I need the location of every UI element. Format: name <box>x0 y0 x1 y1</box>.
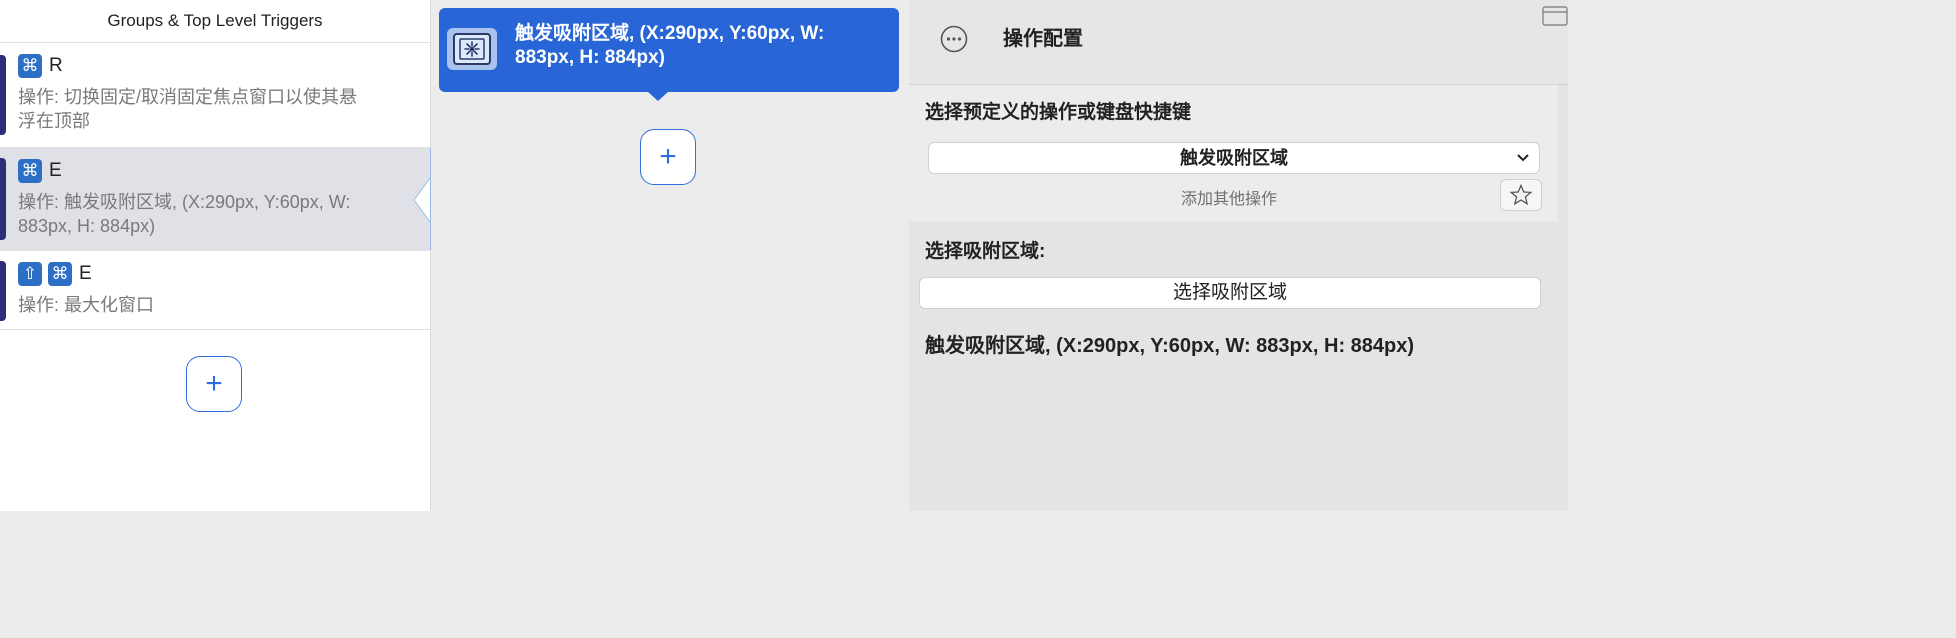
trigger-key-label: R <box>49 55 63 76</box>
section-title: 选择预定义的操作或键盘快捷键 <box>925 102 1192 123</box>
action-card-snap-zone[interactable]: 触发吸附区域, (X:290px, Y:60px, W: 883px, H: 8… <box>439 8 899 101</box>
snap-zone-icon <box>447 28 497 70</box>
favorite-button[interactable] <box>1500 179 1542 211</box>
panel-title: Groups & Top Level Triggers <box>0 0 430 43</box>
action-title: 触发吸附区域, (X:290px, Y:60px, W: 883px, H: 8… <box>515 23 825 68</box>
trigger-description: 操作: 切换固定/取消固定焦点窗口以使其悬浮在顶部 <box>18 87 358 131</box>
shift-key-icon: ⇧ <box>18 262 42 286</box>
predefined-action-section: 选择预定义的操作或键盘快捷键 触发吸附区域 添加其他操作 <box>909 85 1558 222</box>
selection-pointer-icon <box>413 178 430 222</box>
trigger-group-bar <box>0 158 6 240</box>
trigger-group-bar <box>0 55 6 135</box>
command-key-icon: ⌘ <box>18 54 42 78</box>
trigger-row-cmd-e[interactable]: ⌘ E 操作: 触发吸附区域, (X:290px, Y:60px, W: 883… <box>0 148 431 251</box>
plus-icon: + <box>205 367 223 400</box>
trigger-group-bar <box>0 261 6 321</box>
actions-panel: 触发吸附区域, (X:290px, Y:60px, W: 883px, H: 8… <box>431 0 908 511</box>
trigger-row-cmd-r[interactable]: ⌘ R 操作: 切换固定/取消固定焦点窗口以使其悬浮在顶部 <box>0 43 430 148</box>
action-card-pointer <box>647 91 669 101</box>
trigger-key-label: E <box>49 160 62 181</box>
add-trigger-button[interactable]: + <box>186 356 242 412</box>
command-key-icon: ⌘ <box>18 159 42 183</box>
trigger-description: 操作: 最大化窗口 <box>18 295 155 315</box>
add-other-action-link[interactable]: 添加其他操作 <box>909 185 1549 209</box>
action-config-panel: 操作配置 选择预定义的操作或键盘快捷键 触发吸附区域 添加其他操作 选择吸附区域… <box>909 0 1568 511</box>
command-key-icon: ⌘ <box>48 262 72 286</box>
config-header: 操作配置 <box>909 0 1568 85</box>
chevron-down-icon <box>1517 154 1529 162</box>
config-title: 操作配置 <box>1003 28 1083 50</box>
trigger-description: 操作: 触发吸附区域, (X:290px, Y:60px, W: 883px, … <box>18 192 351 236</box>
star-icon <box>1509 183 1533 206</box>
more-options-icon[interactable] <box>939 24 969 54</box>
trigger-key-label: E <box>79 263 92 284</box>
dropdown-value: 触发吸附区域 <box>1180 148 1288 168</box>
plus-icon: + <box>659 140 677 173</box>
trigger-row-shift-cmd-e[interactable]: ⇧ ⌘ E 操作: 最大化窗口 <box>0 251 430 330</box>
window-icon[interactable] <box>1542 4 1568 26</box>
triggers-panel: Groups & Top Level Triggers ⌘ R 操作: 切换固定… <box>0 0 431 511</box>
section-title: 选择吸附区域: <box>925 241 1046 262</box>
snap-zone-result: 触发吸附区域, (X:290px, Y:60px, W: 883px, H: 8… <box>925 335 1415 357</box>
add-action-button[interactable]: + <box>640 129 696 185</box>
select-snap-zone-button[interactable]: 选择吸附区域 <box>919 277 1541 309</box>
action-select-dropdown[interactable]: 触发吸附区域 <box>928 142 1540 174</box>
